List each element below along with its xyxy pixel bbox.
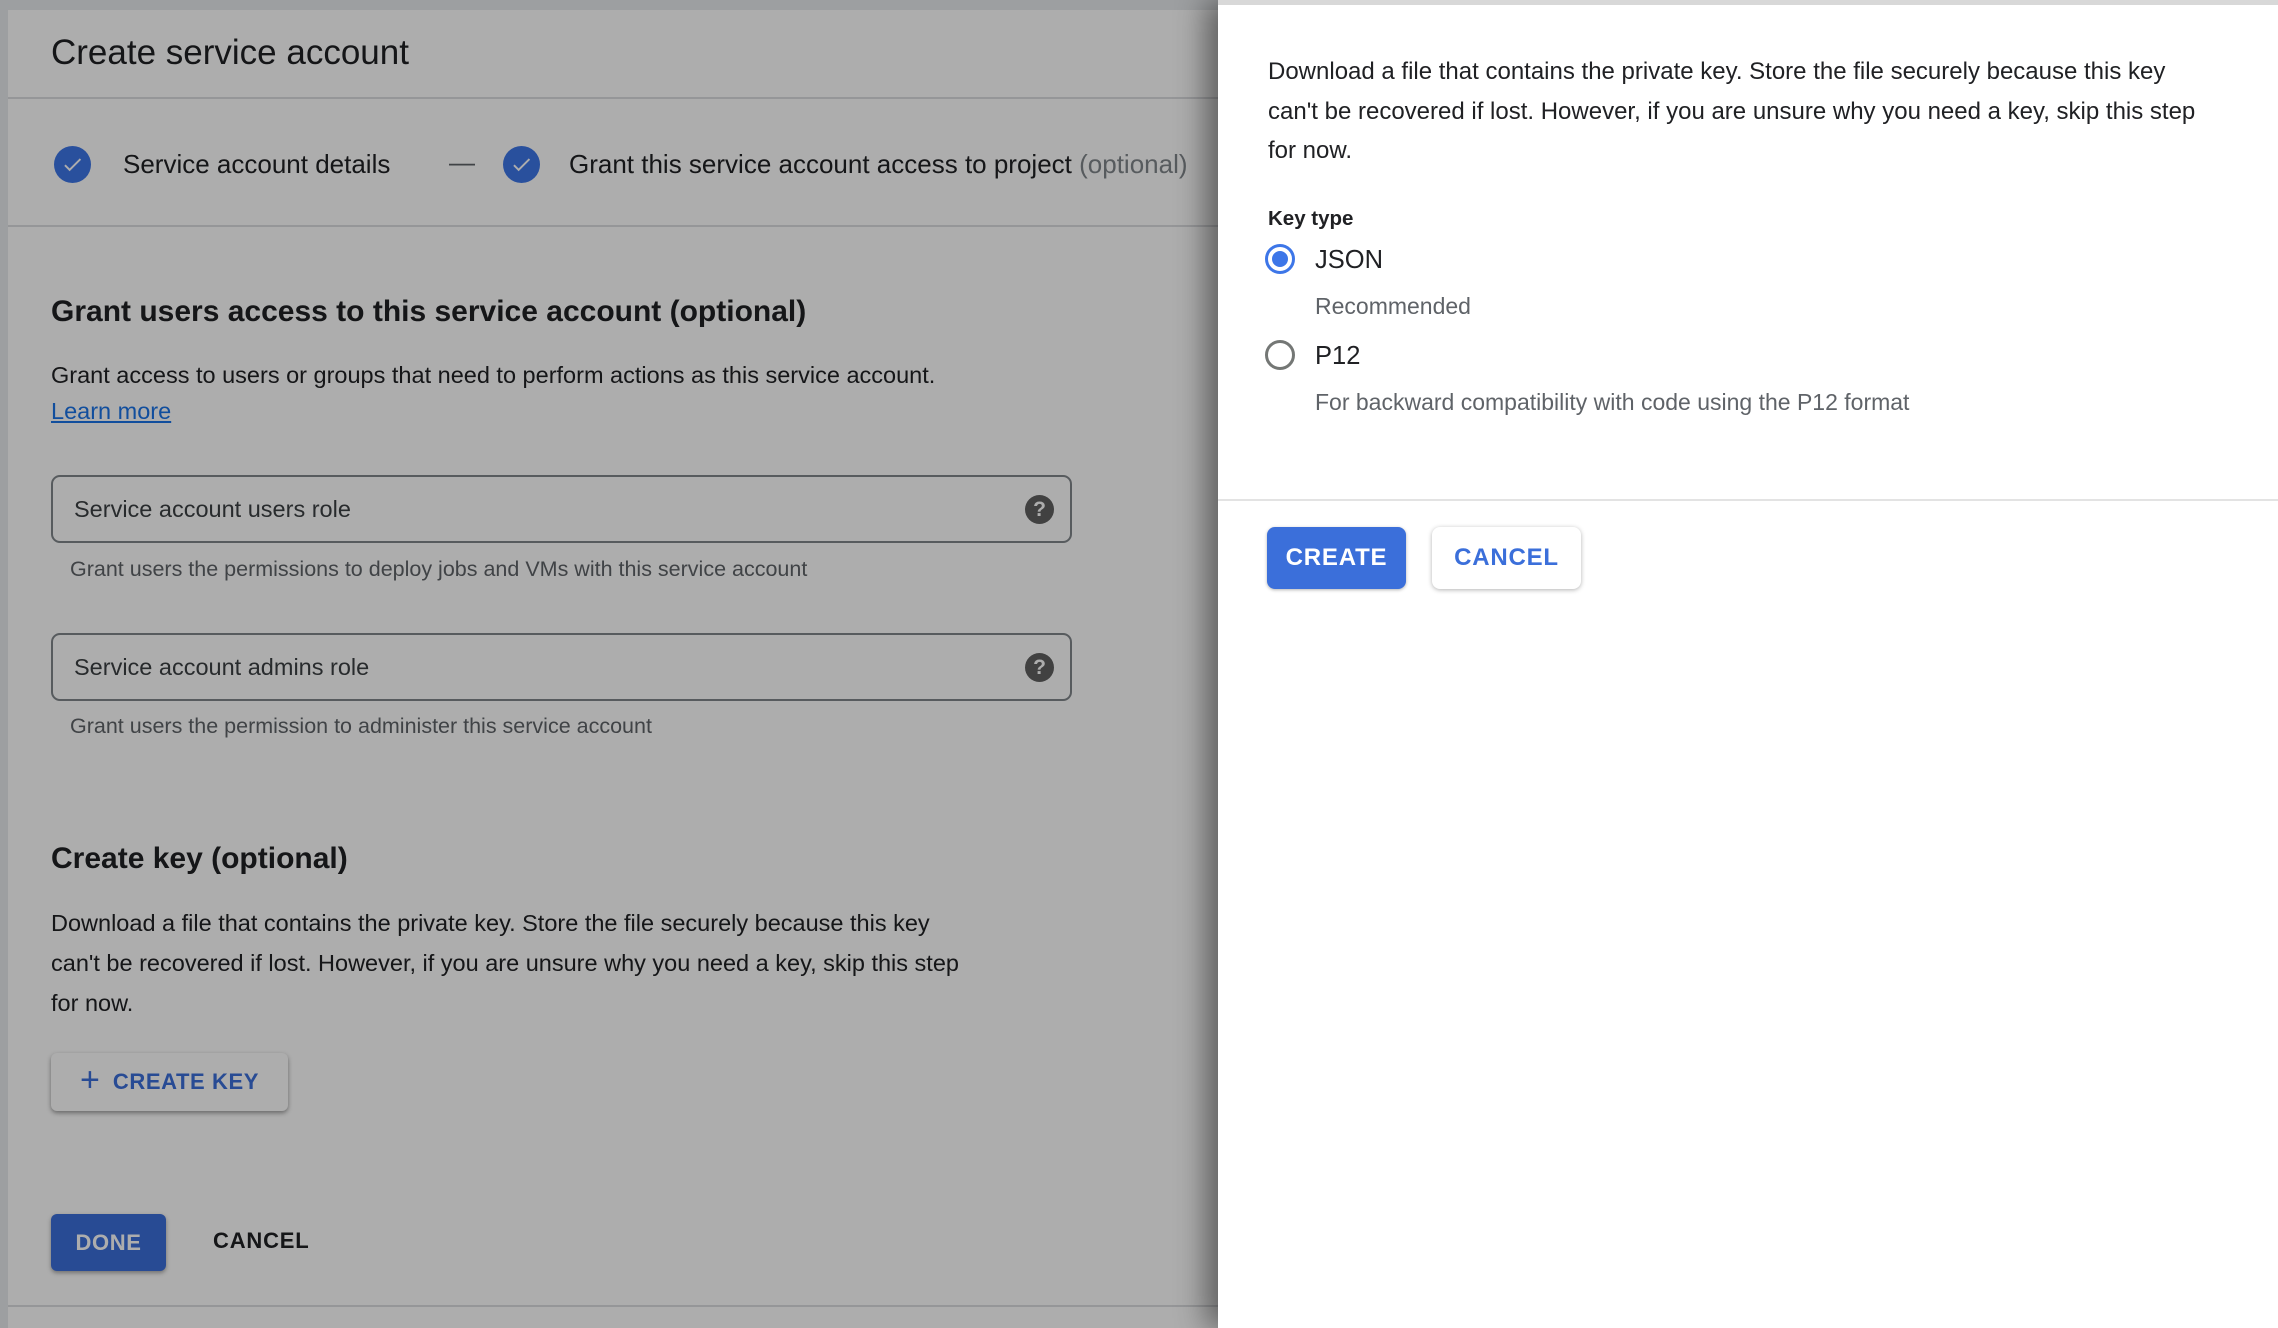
p12-radio-label[interactable]: P12 (1315, 342, 1360, 371)
panel-description-line3: for now. (1268, 131, 2195, 171)
panel-description-line2: can't be recovered if lost. However, if … (1268, 92, 2195, 132)
panel-actions-divider (1218, 499, 2278, 501)
panel-cancel-button[interactable]: CANCEL (1432, 527, 1581, 589)
create-service-account-screen: Create service account Service account d… (0, 0, 2278, 1328)
p12-radio-description: For backward compatibility with code usi… (1315, 389, 1909, 416)
key-type-label: Key type (1268, 207, 1353, 231)
modal-scrim (0, 0, 1218, 1328)
json-radio[interactable] (1265, 244, 1295, 274)
panel-create-button[interactable]: CREATE (1267, 527, 1406, 589)
panel-description-line1: Download a file that contains the privat… (1268, 52, 2195, 92)
p12-radio[interactable] (1265, 340, 1295, 370)
panel-top-strip (1218, 0, 2278, 5)
panel-description: Download a file that contains the privat… (1268, 52, 2195, 171)
json-radio-description: Recommended (1315, 293, 1471, 320)
json-radio-label[interactable]: JSON (1315, 246, 1383, 275)
create-key-panel: Download a file that contains the privat… (1218, 0, 2278, 1328)
